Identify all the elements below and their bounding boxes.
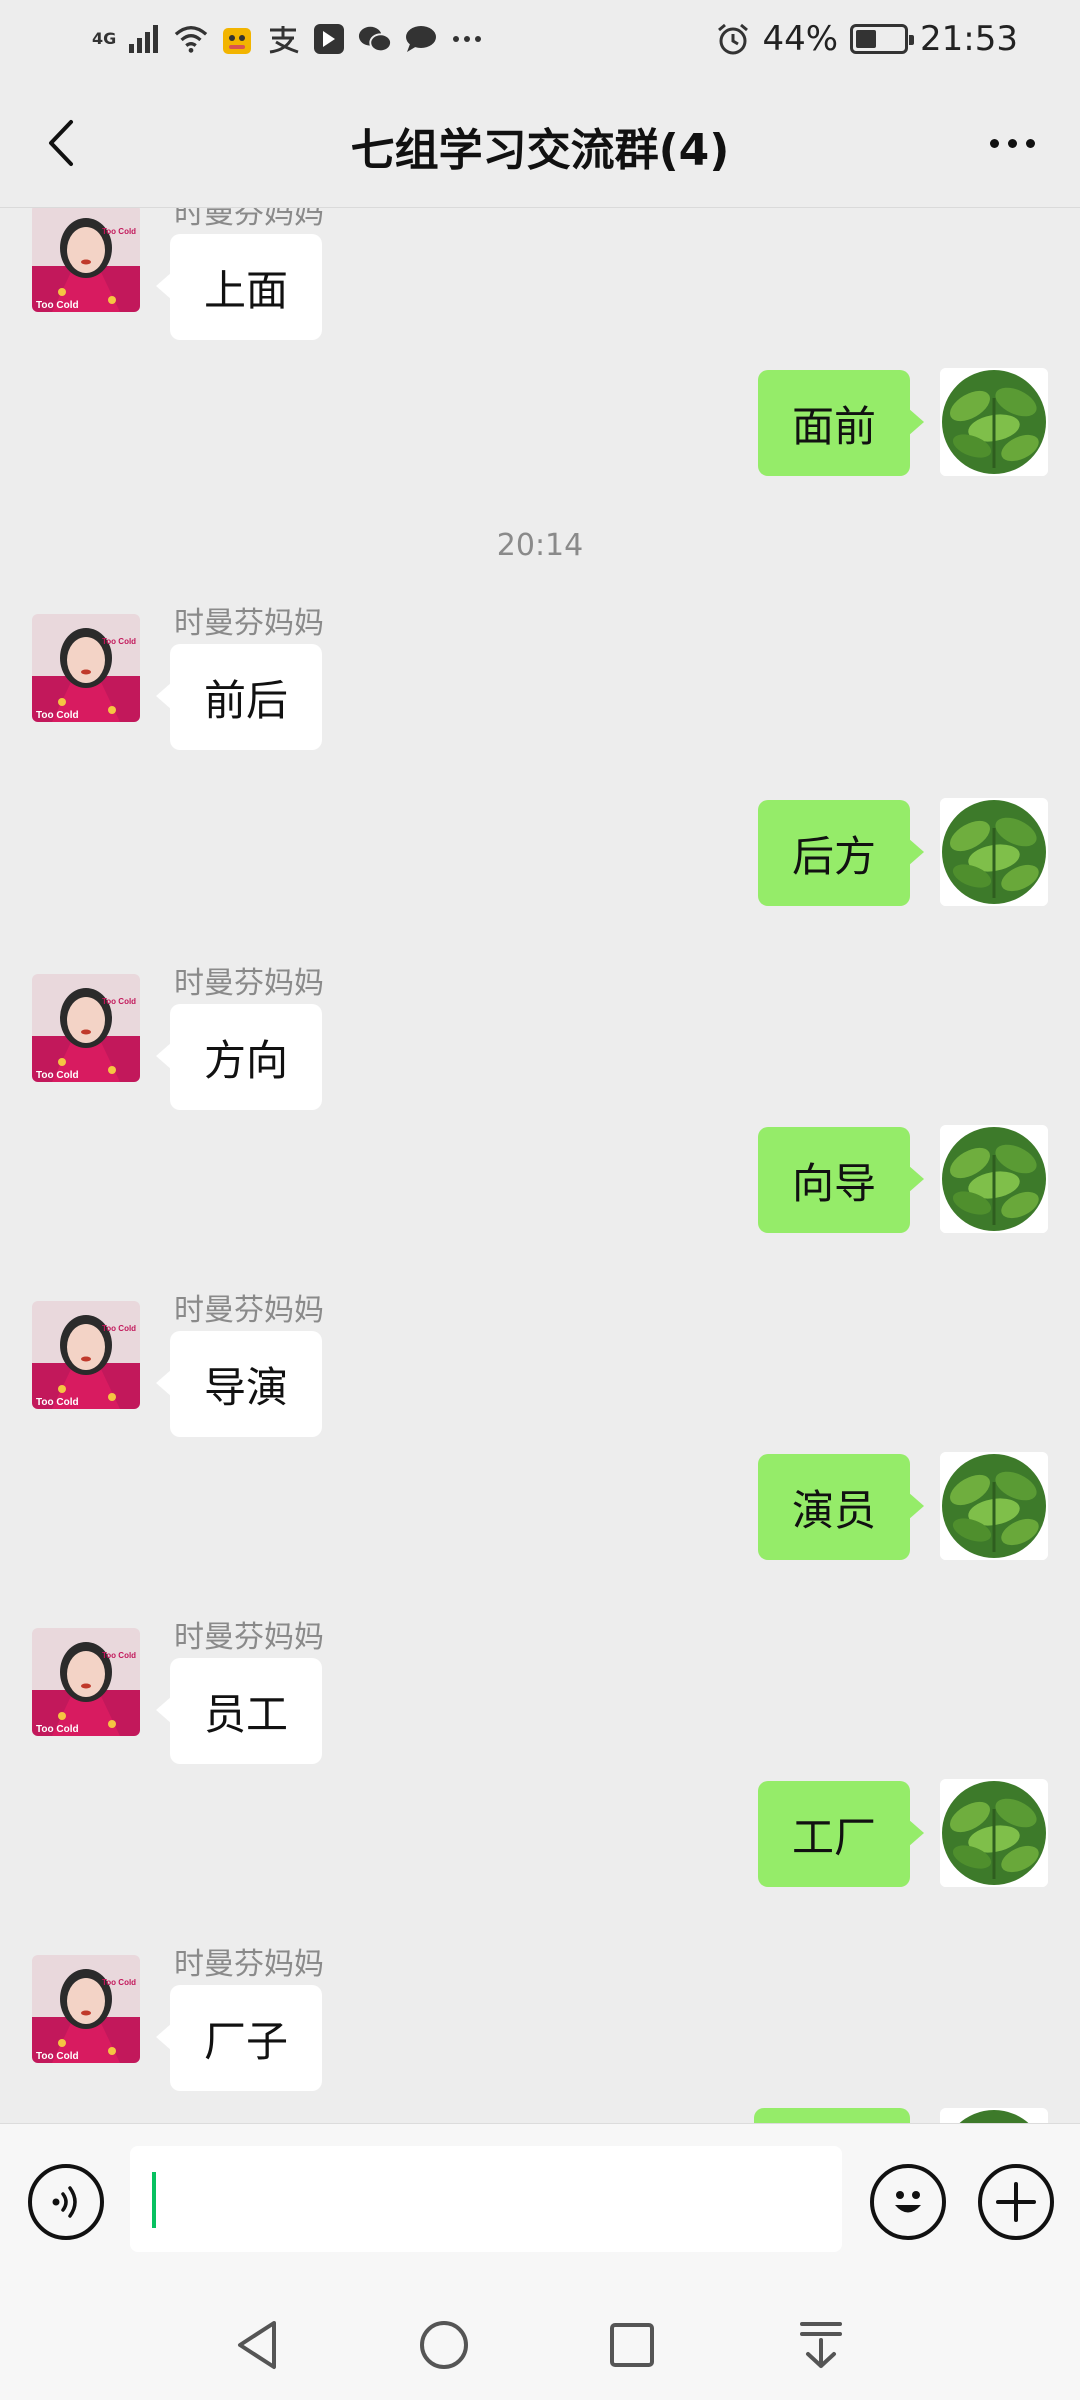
incoming-message-bubble[interactable]: 上面 bbox=[155, 234, 323, 340]
message-row: 演员 bbox=[0, 1452, 1080, 1622]
alarm-icon bbox=[716, 22, 750, 56]
svg-text:Too Cold: Too Cold bbox=[102, 637, 136, 646]
incoming-message-bubble[interactable]: 员工 bbox=[155, 1658, 323, 1764]
my-avatar[interactable] bbox=[940, 2108, 1048, 2123]
incoming-message-bubble[interactable]: 方向 bbox=[155, 1004, 323, 1110]
message-row: Too Cold Too Cold 时曼芬妈妈 员工 bbox=[0, 1612, 1080, 1782]
battery-level-fill bbox=[856, 30, 877, 48]
nav-recents-button[interactable] bbox=[597, 2310, 667, 2380]
my-avatar[interactable] bbox=[940, 1125, 1048, 1233]
alipay-icon bbox=[266, 22, 300, 56]
message-list[interactable]: 20:14 Too Cold Too Cold 时曼芬妈妈 上面 面前 Too Cold To… bbox=[0, 208, 1080, 2123]
signal-icon bbox=[128, 22, 162, 56]
more-notifications-icon bbox=[450, 22, 484, 56]
home-circle-icon bbox=[420, 2321, 468, 2369]
my-avatar[interactable] bbox=[940, 1779, 1048, 1887]
status-left-icons: 4G bbox=[92, 16, 484, 62]
nav-home-button[interactable] bbox=[409, 2310, 479, 2380]
sender-name: 时曼芬妈妈 bbox=[174, 1293, 324, 1328]
sender-name: 时曼芬妈妈 bbox=[174, 1620, 324, 1655]
outgoing-message-bubble[interactable]: 工厂 bbox=[757, 1781, 925, 1887]
system-navigation-bar bbox=[0, 2280, 1080, 2400]
message-row: Too Cold Too Cold 时曼芬妈妈 方向 bbox=[0, 958, 1080, 1128]
voice-icon bbox=[52, 2186, 77, 2218]
message-row-partial bbox=[0, 2108, 1080, 2123]
svg-text:Too Cold: Too Cold bbox=[102, 227, 136, 236]
sender-avatar[interactable]: Too Cold Too Cold bbox=[32, 208, 140, 312]
clock: 21:53 bbox=[920, 19, 1018, 59]
app-notification-icon bbox=[220, 22, 254, 56]
emoji-icon bbox=[895, 2191, 921, 2213]
outgoing-message-bubble[interactable]: 演员 bbox=[757, 1454, 925, 1560]
app-icon bbox=[312, 22, 346, 56]
chat-title: 七组学习交流群(4) bbox=[350, 125, 730, 176]
my-avatar[interactable] bbox=[940, 368, 1048, 476]
sender-name: 时曼芬妈妈 bbox=[174, 606, 324, 641]
sender-avatar[interactable]: Too Cold Too Cold bbox=[32, 1955, 140, 2063]
sender-avatar[interactable]: Too Cold Too Cold bbox=[32, 1301, 140, 1409]
plus-button[interactable] bbox=[978, 2164, 1054, 2240]
text-caret bbox=[152, 2172, 156, 2228]
message-row: Too Cold Too Cold 时曼芬妈妈 前后 bbox=[0, 598, 1080, 768]
sender-name: 时曼芬妈妈 bbox=[174, 208, 324, 231]
message-row: Too Cold Too Cold 时曼芬妈妈上面 bbox=[0, 208, 1080, 358]
svg-text:Too Cold: Too Cold bbox=[36, 710, 79, 721]
svg-text:Too Cold: Too Cold bbox=[36, 1397, 79, 1408]
recents-square-icon bbox=[610, 2323, 654, 2367]
sender-name: 时曼芬妈妈 bbox=[174, 1947, 324, 1982]
status-bar: 4G 44% 21:53 bbox=[0, 0, 1080, 78]
svg-text:Too Cold: Too Cold bbox=[36, 2051, 79, 2062]
sender-avatar[interactable]: Too Cold Too Cold bbox=[32, 1628, 140, 1736]
message-row: 工厂 bbox=[0, 1779, 1080, 1949]
svg-text:Too Cold: Too Cold bbox=[102, 1651, 136, 1660]
status-right-icons: 44% 21:53 bbox=[716, 16, 1018, 62]
chat-header: 七组学习交流群(4) bbox=[0, 78, 1080, 208]
outgoing-message-bubble[interactable] bbox=[754, 2108, 910, 2123]
my-avatar[interactable] bbox=[940, 1452, 1048, 1560]
incoming-message-bubble[interactable]: 导演 bbox=[155, 1331, 323, 1437]
sender-avatar[interactable]: Too Cold Too Cold bbox=[32, 614, 140, 722]
sender-name: 时曼芬妈妈 bbox=[174, 966, 324, 1001]
emoji-button[interactable] bbox=[870, 2164, 946, 2240]
more-options-button[interactable] bbox=[972, 108, 1052, 178]
incoming-message-bubble[interactable]: 前后 bbox=[155, 644, 323, 750]
message-row: 向导 bbox=[0, 1125, 1080, 1295]
wechat-icon bbox=[358, 22, 393, 56]
sender-avatar[interactable]: Too Cold Too Cold bbox=[32, 974, 140, 1082]
svg-text:Too Cold: Too Cold bbox=[102, 997, 136, 1006]
back-triangle-icon bbox=[238, 2321, 276, 2369]
svg-text:Too Cold: Too Cold bbox=[102, 1324, 136, 1333]
message-input[interactable] bbox=[130, 2146, 842, 2252]
battery-icon bbox=[850, 24, 915, 54]
message-icon bbox=[404, 22, 438, 56]
svg-text:Too Cold: Too Cold bbox=[36, 1070, 79, 1081]
message-row: 后方 bbox=[0, 798, 1080, 968]
message-row: Too Cold Too Cold 时曼芬妈妈 厂子 bbox=[0, 1939, 1080, 2109]
outgoing-message-bubble[interactable]: 向导 bbox=[757, 1127, 925, 1233]
voice-button[interactable] bbox=[28, 2164, 104, 2240]
svg-text:Too Cold: Too Cold bbox=[36, 1724, 79, 1735]
outgoing-message-bubble[interactable]: 后方 bbox=[757, 800, 925, 906]
input-bar bbox=[0, 2123, 1080, 2280]
nav-back-button[interactable] bbox=[222, 2310, 292, 2380]
wifi-icon bbox=[174, 22, 208, 56]
incoming-message-bubble[interactable]: 厂子 bbox=[155, 1985, 323, 2091]
more-dots-icon bbox=[989, 138, 999, 148]
plus-icon bbox=[996, 2182, 1036, 2222]
hide-keyboard-icon bbox=[800, 2322, 842, 2368]
network-type: 4G bbox=[92, 29, 117, 48]
message-row: 面前 bbox=[0, 368, 1080, 538]
outgoing-message-bubble[interactable]: 面前 bbox=[757, 370, 925, 476]
my-avatar[interactable] bbox=[940, 798, 1048, 906]
battery-percentage: 44% bbox=[762, 19, 839, 59]
svg-text:Too Cold: Too Cold bbox=[36, 300, 79, 311]
nav-hide-keyboard-button[interactable] bbox=[786, 2310, 856, 2380]
message-row: Too Cold Too Cold 时曼芬妈妈 导演 bbox=[0, 1285, 1080, 1455]
svg-text:Too Cold: Too Cold bbox=[102, 1978, 136, 1987]
